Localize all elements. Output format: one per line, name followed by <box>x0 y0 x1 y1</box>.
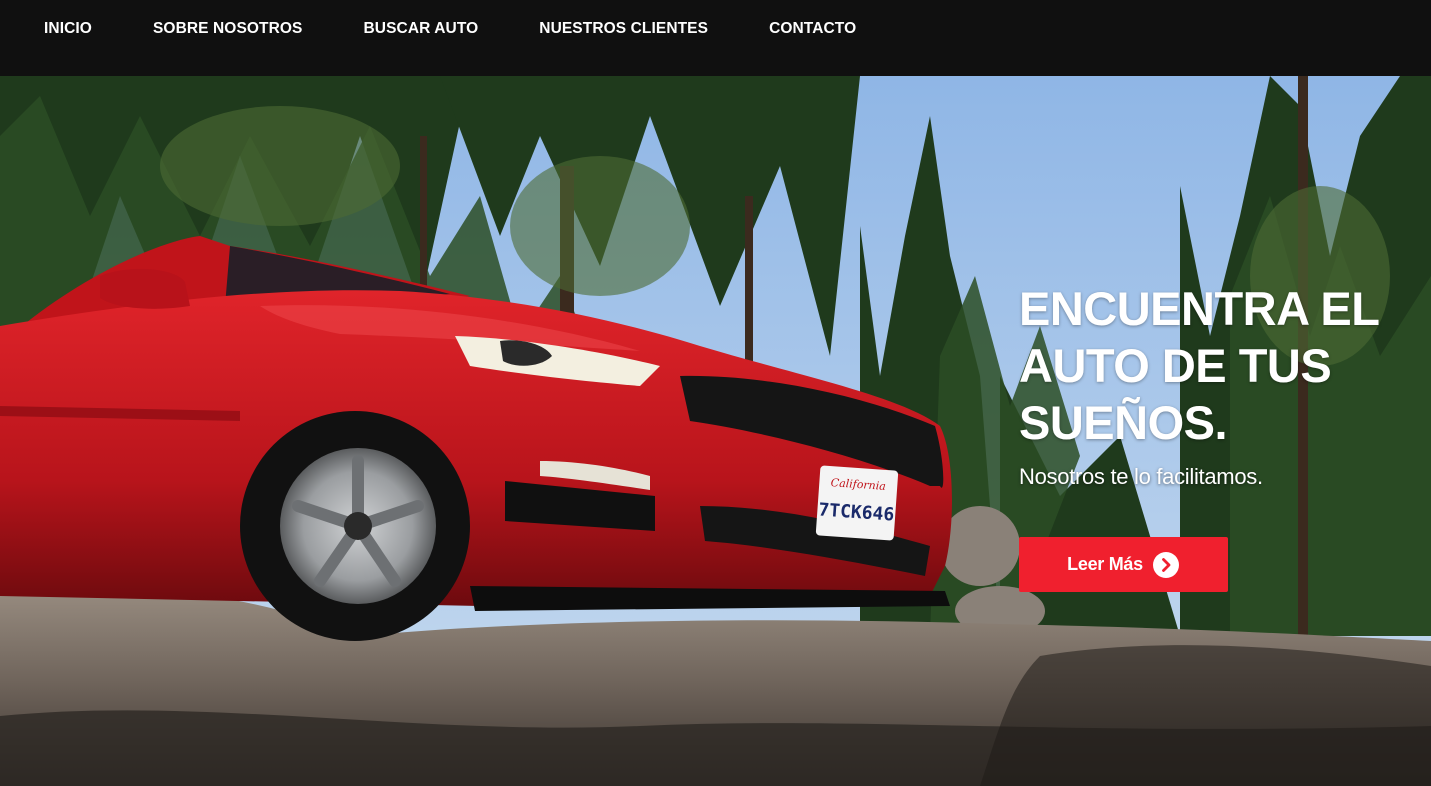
nav-item-contacto[interactable]: CONTACTO <box>769 20 856 38</box>
hero-heading: ENCUENTRA EL AUTO DE TUS SUEÑOS. <box>1019 282 1379 449</box>
hero-section: California 7TCK646 ENCUENTRA EL AUTO DE … <box>0 76 1431 786</box>
nav-item-inicio[interactable]: INICIO <box>44 20 92 38</box>
chevron-right-circle-icon <box>1152 551 1179 578</box>
nav-item-buscar-auto[interactable]: BUSCAR AUTO <box>364 20 479 38</box>
read-more-button[interactable]: Leer Más <box>1019 537 1228 592</box>
hero-text-block: ENCUENTRA EL AUTO DE TUS SUEÑOS. Nosotro… <box>1019 280 1419 491</box>
nav-item-nuestros-clientes[interactable]: NUESTROS CLIENTES <box>539 20 708 38</box>
hero-subheading: Nosotros te lo facilitamos. <box>1019 464 1263 489</box>
nav-item-sobre-nosotros[interactable]: SOBRE NOSOTROS <box>153 20 303 38</box>
read-more-label: Leer Más <box>1067 554 1143 574</box>
main-navbar: INICIO SOBRE NOSOTROS BUSCAR AUTO NUESTR… <box>0 0 1431 76</box>
